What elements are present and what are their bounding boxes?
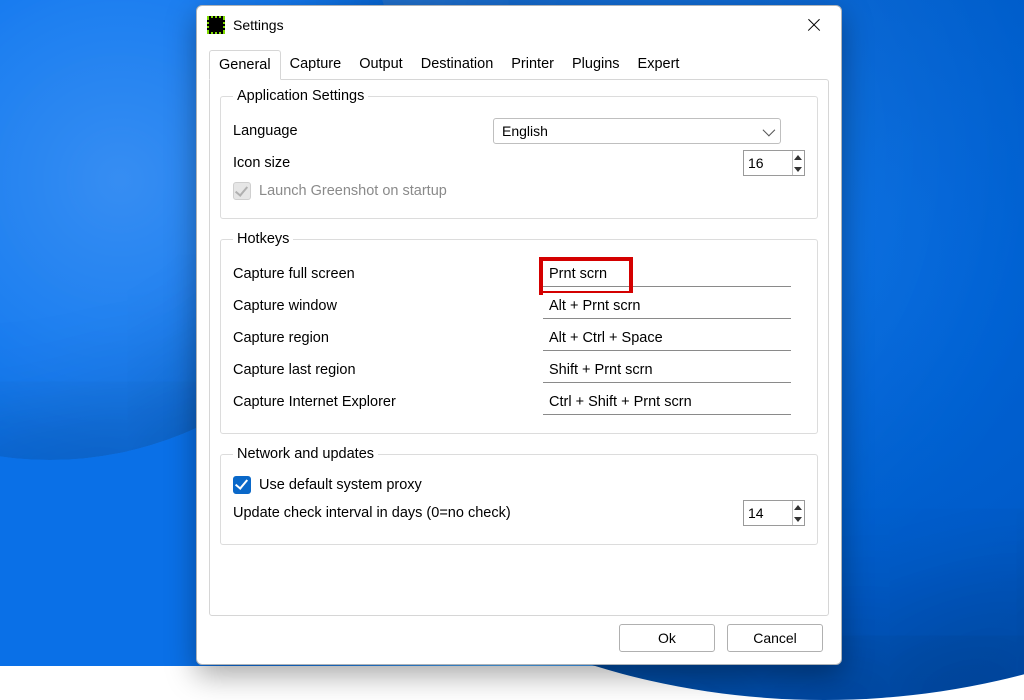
ok-button[interactable]: Ok [619,624,715,652]
button-label: Cancel [753,630,797,646]
tab-label: Printer [511,56,554,72]
hotkey-ie-input[interactable] [543,389,791,415]
dialog-footer: Ok Cancel [209,616,829,654]
language-label: Language [233,123,493,139]
row-default-proxy: Use default system proxy [233,476,805,494]
tab-capture[interactable]: Capture [281,50,351,80]
chevron-down-icon [763,123,776,136]
group-legend: Application Settings [233,88,368,104]
hotkey-label: Capture full screen [233,266,543,282]
chevron-up-icon [794,505,802,510]
tab-general[interactable]: General [209,50,281,80]
hotkey-region-input[interactable] [543,325,791,351]
tab-label: Output [359,56,403,72]
group-network-updates: Network and updates Use default system p… [220,446,818,545]
update-interval-label: Update check interval in days (0=no chec… [233,505,743,521]
hotkey-label: Capture last region [233,362,543,378]
tab-expert[interactable]: Expert [629,50,689,80]
row-icon-size: Icon size [233,150,805,176]
spin-buttons [792,501,804,525]
group-legend: Network and updates [233,446,378,462]
button-label: Ok [658,630,676,646]
icon-size-input[interactable] [744,151,792,175]
tab-label: Plugins [572,56,620,72]
tab-label: Capture [290,56,342,72]
hotkey-last-region-input[interactable] [543,357,791,383]
icon-size-spinner[interactable] [743,150,805,176]
titlebar: Settings [197,6,841,44]
close-icon [807,18,821,32]
spin-up-button[interactable] [793,501,804,513]
hotkey-fullscreen-input[interactable] [543,261,791,287]
default-proxy-label: Use default system proxy [259,477,422,493]
row-hotkey-fullscreen: Capture full screen [233,261,805,287]
row-language: Language English [233,118,805,144]
group-legend: Hotkeys [233,231,293,247]
chevron-down-icon [794,167,802,172]
spin-buttons [792,151,804,175]
launch-on-startup-label: Launch Greenshot on startup [259,183,447,199]
group-application-settings: Application Settings Language English Ic… [220,88,818,219]
greenshot-icon [207,16,225,34]
row-hotkey-ie: Capture Internet Explorer [233,389,805,415]
row-update-interval: Update check interval in days (0=no chec… [233,500,805,526]
tab-label: General [219,57,271,73]
hotkey-label: Capture region [233,330,543,346]
spin-down-button[interactable] [793,163,804,175]
update-interval-input[interactable] [744,501,792,525]
spin-up-button[interactable] [793,151,804,163]
cancel-button[interactable]: Cancel [727,624,823,652]
tab-printer[interactable]: Printer [502,50,563,80]
default-proxy-checkbox[interactable] [233,476,251,494]
icon-size-label: Icon size [233,155,743,171]
row-hotkey-window: Capture window [233,293,805,319]
hotkey-window-input[interactable] [543,293,791,319]
update-interval-spinner[interactable] [743,500,805,526]
tab-destination[interactable]: Destination [412,50,503,80]
hotkey-label: Capture window [233,298,543,314]
chevron-down-icon [794,517,802,522]
tab-label: Destination [421,56,494,72]
launch-on-startup-checkbox [233,182,251,200]
settings-window: Settings General Capture Output Destinat… [196,5,842,665]
close-button[interactable] [791,10,837,40]
hotkey-highlight [543,261,791,287]
window-title: Settings [233,17,791,33]
tabstrip: General Capture Output Destination Print… [209,50,829,80]
language-value: English [502,123,548,139]
tab-label: Expert [638,56,680,72]
client-area: General Capture Output Destination Print… [197,44,841,664]
spin-down-button[interactable] [793,513,804,525]
language-dropdown[interactable]: English [493,118,781,144]
row-launch-on-startup: Launch Greenshot on startup [233,182,805,200]
row-hotkey-region: Capture region [233,325,805,351]
tab-plugins[interactable]: Plugins [563,50,629,80]
tab-output[interactable]: Output [350,50,412,80]
group-hotkeys: Hotkeys Capture full screen Capture wind… [220,231,818,434]
hotkey-label: Capture Internet Explorer [233,394,543,410]
chevron-up-icon [794,155,802,160]
row-hotkey-last-region: Capture last region [233,357,805,383]
tab-panel-general: Application Settings Language English Ic… [209,79,829,616]
